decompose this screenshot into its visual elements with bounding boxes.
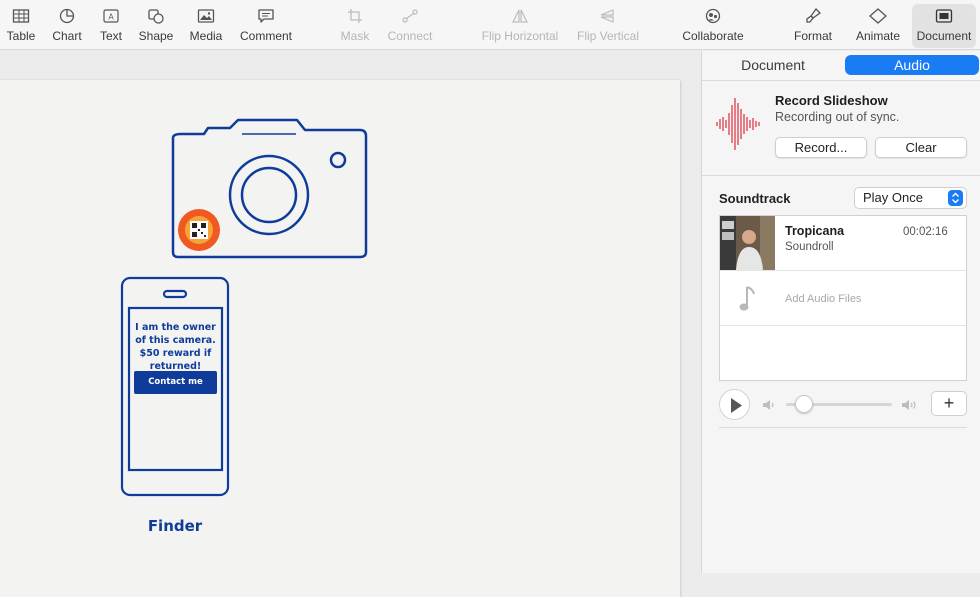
section-divider — [702, 175, 980, 176]
add-audio-row[interactable]: Add Audio Files — [720, 271, 966, 326]
waveform-icon — [716, 98, 760, 150]
collaborate-icon — [705, 8, 721, 24]
volume-high-icon — [902, 400, 916, 410]
toolbar-table-label: Table — [6, 29, 36, 43]
add-audio-files-label: Add Audio Files — [785, 293, 862, 305]
toolbar-flip-horizontal-button[interactable]: Flip Horizontal — [479, 4, 561, 48]
flip-vertical-icon — [600, 9, 614, 23]
list-item[interactable]: Tropicana Soundroll 00:02:16 — [720, 216, 966, 271]
toolbar-comment-label: Comment — [239, 29, 292, 43]
svg-text:A: A — [108, 13, 114, 22]
comment-icon — [258, 9, 274, 23]
toolbar-shape-button[interactable]: Shape — [136, 4, 176, 48]
tab-document[interactable]: Document — [702, 55, 844, 75]
shape-icon — [148, 9, 164, 24]
toolbar-flip-horizontal-label: Flip Horizontal — [481, 29, 559, 43]
toolbar-media-button[interactable]: Media — [187, 4, 225, 48]
record-button[interactable]: Record... — [775, 137, 867, 158]
toolbar-collaborate-label: Collaborate — [682, 29, 744, 43]
toolbar-connect-label: Connect — [387, 29, 433, 43]
toolbar-text-button[interactable]: A Text — [93, 4, 129, 48]
toolbar-format-label: Format — [793, 29, 832, 43]
toolbar-flip-vertical-button[interactable]: Flip Vertical — [575, 4, 641, 48]
tab-divider — [702, 80, 980, 81]
toolbar-animate-button[interactable]: Animate — [854, 4, 902, 48]
toolbar-table-button[interactable]: Table — [2, 4, 40, 48]
toolbar-animate-label: Animate — [855, 29, 901, 43]
chevron-updown-icon — [948, 190, 963, 206]
toolbar-flip-vertical-label: Flip Vertical — [576, 29, 640, 43]
play-button[interactable] — [719, 389, 750, 420]
text-icon: A — [103, 9, 119, 23]
recording-status: Recording out of sync. — [775, 110, 900, 124]
clear-button[interactable]: Clear — [875, 137, 967, 158]
toolbar-shape-label: Shape — [138, 29, 174, 43]
track-artist: Soundroll — [785, 241, 834, 253]
toolbar-chart-button[interactable]: Chart — [48, 4, 86, 48]
tab-audio[interactable]: Audio — [845, 55, 979, 75]
paintbrush-icon — [806, 8, 822, 23]
toolbar-format-button[interactable]: Format — [791, 4, 835, 48]
soundtrack-mode-select[interactable]: Play Once — [854, 187, 967, 209]
music-note-icon — [739, 286, 755, 311]
toolbar-comment-button[interactable]: Comment — [238, 4, 294, 48]
toolbar-media-label: Media — [189, 29, 223, 43]
slide-drawing — [120, 118, 368, 497]
soundtrack-label: Soundtrack — [719, 191, 791, 206]
add-audio-button[interactable]: + — [931, 391, 967, 416]
toolbar-document-button[interactable]: Document — [912, 4, 976, 48]
soundtrack-list[interactable]: Tropicana Soundroll 00:02:16 Add Audio F… — [719, 215, 967, 381]
flip-horizontal-icon — [512, 9, 528, 23]
media-icon — [197, 9, 215, 23]
toolbar-connect-button[interactable]: Connect — [384, 4, 436, 48]
track-title: Tropicana — [785, 224, 845, 238]
toolbar-collaborate-button[interactable]: Collaborate — [680, 4, 746, 48]
record-slideshow-title: Record Slideshow — [775, 93, 888, 108]
table-icon — [12, 9, 30, 23]
diamond-icon — [869, 8, 887, 24]
inspector-panel: Document Audio Record Slideshow Recordin… — [701, 51, 980, 573]
volume-low-icon — [763, 400, 774, 410]
track-duration: 00:02:16 — [903, 226, 948, 238]
crop-icon — [348, 9, 362, 23]
document-icon — [935, 9, 953, 23]
connect-icon — [402, 9, 418, 23]
play-icon — [731, 398, 742, 413]
finder-label: Finder — [147, 517, 203, 535]
soundtrack-mode-value: Play Once — [863, 190, 923, 205]
slide-canvas: I am the owner of this camera. $50 rewar… — [0, 51, 701, 597]
toolbar-mask-button[interactable]: Mask — [337, 4, 373, 48]
volume-slider-knob[interactable] — [795, 395, 813, 413]
contact-button-label[interactable]: Contact me — [134, 377, 217, 387]
toolbar-chart-label: Chart — [52, 29, 82, 43]
bottom-divider — [719, 427, 967, 428]
toolbar-mask-label: Mask — [340, 29, 370, 43]
phone-message: I am the owner of this camera. $50 rewar… — [135, 322, 216, 372]
qr-code-badge[interactable] — [178, 209, 220, 251]
track-artwork — [720, 216, 775, 270]
toolbar-document-label: Document — [916, 29, 972, 43]
slide[interactable]: I am the owner of this camera. $50 rewar… — [0, 80, 680, 597]
toolbar: Table Chart A Text Shape Media Comment M… — [0, 0, 980, 50]
chart-icon — [59, 8, 75, 24]
toolbar-text-label: Text — [99, 29, 122, 43]
